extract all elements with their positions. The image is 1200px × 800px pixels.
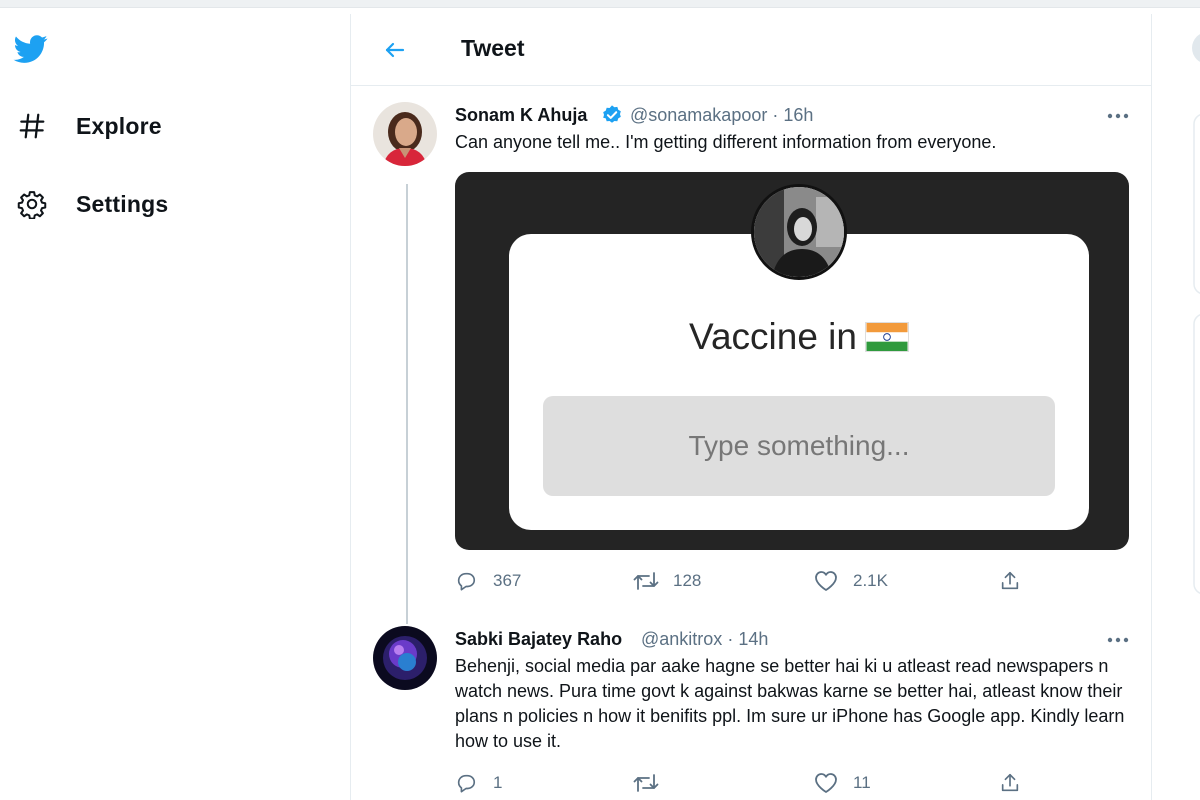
reply-text: Behenji, social media par aake hagne se … — [455, 656, 1125, 751]
reply-author-avatar[interactable] — [373, 626, 437, 690]
like-button[interactable]: 11 — [813, 768, 871, 798]
retweet-button[interactable] — [633, 768, 673, 798]
share-button[interactable] — [997, 768, 1023, 798]
thread-connector-line — [406, 184, 408, 624]
reply-time[interactable]: 14h — [738, 629, 768, 649]
nav-item-explore[interactable]: Explore — [14, 104, 162, 148]
twitter-logo-icon[interactable] — [12, 32, 50, 66]
story-title-text: Vaccine in — [689, 316, 857, 357]
verified-badge-icon — [603, 105, 621, 123]
reply-icon — [453, 568, 479, 594]
share-icon — [997, 568, 1023, 594]
reply-count: 1 — [493, 773, 503, 792]
story-question-card: Vaccine in — [509, 184, 1089, 530]
reply-handle-text: @ankitrox — [641, 629, 723, 649]
tweet-time[interactable]: 16h — [783, 105, 813, 125]
reply-more-button[interactable] — [1103, 630, 1133, 650]
browser-top-strip — [0, 0, 1200, 8]
tweet-author-name[interactable]: Sonam K Ahuja — [455, 105, 587, 126]
story-answer-input[interactable] — [543, 396, 1055, 496]
nav-label-settings: Settings — [76, 190, 169, 217]
author-avatar[interactable] — [373, 102, 437, 166]
page-title: Tweet — [461, 35, 525, 61]
hashtag-icon — [14, 108, 50, 144]
story-question-title: Vaccine in — [509, 316, 1089, 358]
reply-author-handle: @ankitrox · 14h — [641, 629, 768, 650]
separator-dot: · — [727, 629, 734, 649]
share-icon — [997, 770, 1023, 796]
tweet-text: Can anyone tell me.. I'm getting differe… — [455, 132, 997, 152]
more-horizontal-icon — [1107, 637, 1129, 643]
tweet-more-button[interactable] — [1103, 106, 1133, 126]
heart-icon — [813, 770, 839, 796]
page-header: Tweet — [351, 14, 1151, 86]
nav-item-settings[interactable]: Settings — [14, 182, 168, 226]
retweet-button[interactable]: 128 — [633, 566, 701, 596]
tweet-author-handle: @sonamakapoor · 16h — [630, 105, 813, 126]
handle-text: @sonamakapoor — [630, 105, 768, 125]
reply-author-name[interactable]: Sabki Bajatey Raho — [455, 629, 622, 650]
back-button[interactable] — [377, 32, 413, 68]
india-flag-icon — [864, 322, 909, 352]
tweet-actions: 367 128 2.1K — [453, 566, 1033, 596]
right-sidebar-edge — [1190, 14, 1200, 800]
gear-icon — [14, 186, 50, 222]
story-avatar — [751, 184, 847, 280]
retweet-icon — [633, 770, 659, 796]
reply-count: 367 — [493, 571, 522, 590]
heart-icon — [813, 568, 839, 594]
reply-button[interactable]: 367 — [453, 566, 521, 596]
nav-label-explore: Explore — [76, 112, 162, 139]
separator-dot: · — [772, 105, 779, 125]
back-arrow-icon — [385, 42, 405, 58]
main-column: Tweet Sonam K Ahuja @sonamakapoor · 16h … — [350, 14, 1152, 800]
retweet-icon — [633, 568, 659, 594]
like-button[interactable]: 2.1K — [813, 566, 888, 596]
like-count: 11 — [853, 773, 871, 792]
reply-button[interactable]: 1 — [453, 768, 502, 798]
reply-icon — [453, 770, 479, 796]
reply-actions: 1 11 — [453, 768, 1033, 798]
retweet-count: 128 — [673, 571, 702, 590]
left-nav: Explore Settings — [0, 8, 350, 800]
share-button[interactable] — [997, 566, 1023, 596]
tweet-media-image[interactable]: Vaccine in — [455, 172, 1129, 550]
like-count: 2.1K — [853, 571, 888, 590]
more-horizontal-icon — [1107, 113, 1129, 119]
